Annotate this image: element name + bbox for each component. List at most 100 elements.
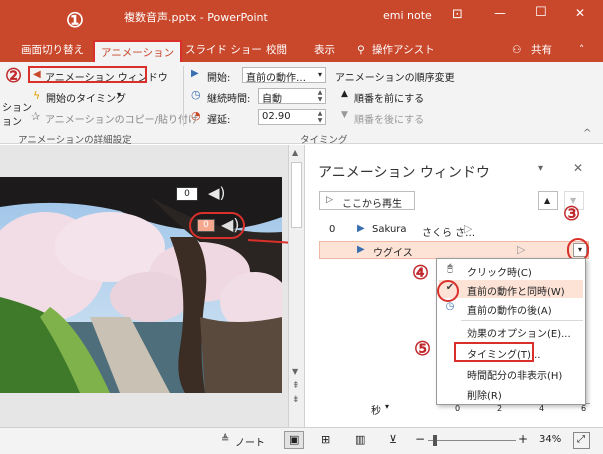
tab-slideshow[interactable]: スライド ショー (185, 42, 262, 62)
pane-close-icon[interactable]: ✕ (573, 161, 583, 175)
ribbon-display-icon[interactable]: ⊡ (452, 7, 463, 22)
duration-label: 継続時間: (207, 94, 251, 105)
delay-input[interactable]: 02.90 ▲ ▼ (258, 109, 326, 125)
item-order: 0 (329, 224, 336, 235)
move-later-icon: ▼ (341, 110, 348, 120)
close-button[interactable]: ✕ (575, 6, 585, 20)
timing-bar-icon: ▷ (464, 222, 473, 235)
fit-to-window-button[interactable]: ⤢ (573, 432, 590, 449)
timeline-tick: 2 (497, 404, 503, 413)
zoom-out-button[interactable]: − (415, 432, 425, 446)
user-name[interactable]: emi note (383, 9, 432, 22)
animation-number-badge[interactable]: 0 (176, 187, 198, 201)
share-button[interactable]: 共有 (531, 42, 552, 62)
speaker-icon[interactable]: ◀) (208, 184, 225, 202)
person-icon: ⚇ (512, 44, 522, 56)
pane-options-icon[interactable]: ▾ (538, 163, 543, 174)
reorder-label: アニメーションの順序変更 (335, 73, 455, 84)
seconds-label: 秒 (371, 406, 381, 417)
tell-me-box[interactable]: 操作アシスト (372, 42, 435, 62)
scroll-thumb[interactable] (291, 162, 302, 228)
maximize-button[interactable]: ☐ (535, 5, 547, 20)
slide-vertical-scrollbar[interactable]: ▲ ▼ ⇞ ⇟ (288, 145, 304, 427)
zoom-slider[interactable] (428, 440, 516, 441)
timeline-tick: 0 (455, 404, 461, 413)
trigger-button[interactable]: 開始のタイミング (46, 90, 126, 105)
slide-sorter-icon[interactable]: ⊞ (321, 433, 330, 446)
mouse-icon: 🖰 (447, 263, 453, 274)
duration-input[interactable]: 自動 ▲ ▼ (258, 88, 326, 105)
tab-review[interactable]: 校閲 (266, 42, 287, 62)
title-bar: 複数音声.pptx - PowerPoint emi note ⊡ — ☐ ✕ (0, 0, 603, 36)
item-name: Sakura (372, 224, 407, 235)
timeline-tick: 4 (539, 404, 545, 413)
delay-icon: ◔ (191, 109, 201, 122)
annotation-4: ④ (412, 262, 430, 284)
start-icon: ▶ (191, 68, 199, 79)
move-earlier-button[interactable]: 順番を前にする (354, 90, 424, 105)
tab-transitions[interactable]: 画面切り替え (21, 42, 84, 62)
group-divider (183, 66, 184, 126)
highlight-selected-audio (189, 212, 245, 239)
cherry-blossom-photo (0, 177, 282, 393)
tab-view[interactable]: 表示 (314, 42, 335, 62)
scroll-up-icon[interactable]: ▲ (292, 148, 298, 157)
menu-item-remove[interactable]: 削除(R) (467, 387, 502, 402)
ribbon-cut-label: ション (2, 103, 32, 114)
document-title: 複数音声.pptx - PowerPoint (124, 11, 268, 24)
move-up-icon: ▲ (544, 196, 551, 205)
ribbon-cut-label-2: ョン (2, 117, 22, 128)
next-slide-icon[interactable]: ⇟ (292, 395, 300, 405)
animation-list-item-selected[interactable]: ▶ ウグイス ▷ ▾ (319, 241, 589, 259)
play-from-button[interactable]: ▷ ここから再生 (319, 191, 415, 210)
slideshow-icon[interactable]: ⊻ (389, 433, 397, 446)
zoom-in-button[interactable]: + (518, 432, 528, 446)
menu-item-hide-timeline[interactable]: 時間配分の非表示(H) (467, 367, 562, 382)
menu-item-effect-options[interactable]: 効果のオプション(E)... (467, 325, 571, 340)
animation-painter-icon: ✰ (31, 110, 41, 123)
notes-icon: ≜ (221, 434, 230, 445)
status-bar: ≜ ノート ▣ ⊞ ▥ ⊻ − + 34% ⤢ (0, 427, 603, 454)
menu-item-after-previous[interactable]: 直前の動作の後(A) (467, 302, 552, 317)
delay-stepper[interactable]: ▲ ▼ (316, 110, 324, 124)
move-up-button[interactable]: ▲ (538, 191, 558, 210)
scroll-down-icon[interactable]: ▼ (292, 367, 298, 376)
notes-button[interactable]: ノート (235, 434, 265, 449)
pin-ribbon-icon[interactable]: ^ (583, 128, 591, 139)
minimize-button[interactable]: — (494, 6, 506, 20)
lightbulb-icon: ⚲ (357, 44, 365, 56)
normal-view-button[interactable]: ▣ (284, 431, 304, 449)
start-value: 直前の動作… (246, 73, 306, 84)
menu-item-on-click[interactable]: クリック時(C) (467, 264, 532, 279)
ribbon-tabs: 画面切り替え アニメーション スライド ショー 校閲 表示 ⚲ 操作アシスト ⚇… (0, 36, 603, 62)
duration-stepper[interactable]: ▲ ▼ (316, 89, 324, 103)
move-later-button[interactable]: 順番を後にする (354, 111, 424, 126)
clock-icon: ◷ (445, 301, 455, 312)
duration-value: 自動 (262, 94, 282, 105)
item-name: ウグイス (373, 248, 413, 259)
slide-photo[interactable] (0, 177, 282, 393)
play-icon: ▷ (326, 195, 333, 205)
animation-pane-title: アニメーション ウィンドウ (318, 165, 490, 181)
zoom-slider-thumb[interactable] (433, 435, 437, 446)
seconds-dropdown-icon[interactable]: ▾ (385, 402, 389, 411)
reading-view-icon[interactable]: ▥ (355, 433, 365, 446)
move-earlier-icon: ▲ (341, 89, 348, 99)
context-menu: 🖰 クリック時(C) ✔ 直前の動作と同時(W) ◷ 直前の動作の後(A) 効果… (436, 258, 586, 405)
previous-slide-icon[interactable]: ⇞ (292, 381, 300, 391)
start-select[interactable]: 直前の動作… ▾ (242, 67, 326, 84)
group-label-advanced: アニメーションの詳細設定 (18, 135, 132, 146)
annotation-5: ⑤ (414, 338, 432, 360)
tab-animations[interactable]: アニメーション (93, 40, 183, 62)
menu-item-with-previous[interactable]: 直前の動作と同時(W) (467, 283, 565, 298)
zoom-level[interactable]: 34% (539, 434, 561, 445)
clock-icon: ◷ (191, 88, 201, 101)
timeline-tick: 6 (581, 404, 587, 413)
animation-list-item[interactable]: 0 ▶ Sakura さくら さ… ▷ (305, 221, 603, 239)
annotation-3: ③ (563, 203, 581, 225)
fit-to-window-icon: ⤢ (577, 434, 585, 445)
collapse-ribbon-icon[interactable]: ˄ (579, 42, 584, 62)
animation-painter-button[interactable]: アニメーションのコピー/貼り付け (45, 111, 198, 126)
trigger-dropdown-icon[interactable]: ▾ (117, 90, 121, 99)
group-label-timing: タイミング (300, 135, 348, 146)
